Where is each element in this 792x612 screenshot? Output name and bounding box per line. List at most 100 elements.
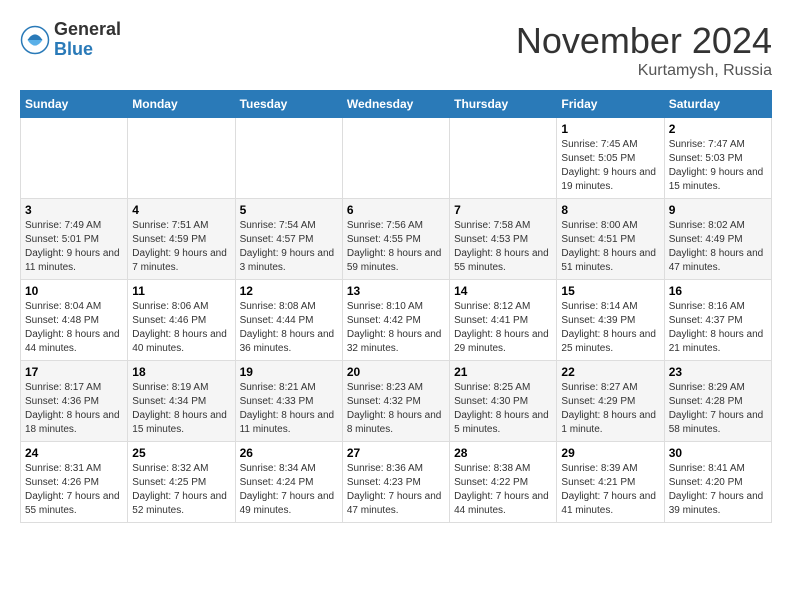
col-friday: Friday xyxy=(557,91,664,118)
table-row: 24 Sunrise: 8:31 AMSunset: 4:26 PMDayligh… xyxy=(21,442,128,523)
table-row: 10 Sunrise: 8:04 AMSunset: 4:48 PMDayligh… xyxy=(21,280,128,361)
day-info: Sunrise: 8:00 AMSunset: 4:51 PMDaylight:… xyxy=(561,219,659,275)
day-info: Sunrise: 8:02 AMSunset: 4:49 PMDaylight:… xyxy=(669,219,767,275)
day-info: Sunrise: 8:14 AMSunset: 4:39 PMDaylight:… xyxy=(561,300,659,356)
day-info: Sunrise: 7:58 AMSunset: 4:53 PMDaylight:… xyxy=(454,219,552,275)
day-number: 25 xyxy=(132,446,230,460)
logo-general: General xyxy=(54,20,121,40)
day-info: Sunrise: 7:49 AMSunset: 5:01 PMDaylight:… xyxy=(25,219,123,275)
day-number: 3 xyxy=(25,203,123,217)
col-thursday: Thursday xyxy=(450,91,557,118)
day-number: 12 xyxy=(240,284,338,298)
table-row: 26 Sunrise: 8:34 AMSunset: 4:24 PMDayligh… xyxy=(235,442,342,523)
table-row: 4 Sunrise: 7:51 AMSunset: 4:59 PMDaylight… xyxy=(128,199,235,280)
day-info: Sunrise: 7:56 AMSunset: 4:55 PMDaylight:… xyxy=(347,219,445,275)
day-number: 16 xyxy=(669,284,767,298)
table-row: 18Sunrise: 8:19 AMSunset: 4:34 PMDayligh… xyxy=(128,361,235,442)
day-number: 13 xyxy=(347,284,445,298)
day-info: Sunrise: 8:29 AMSunset: 4:28 PMDaylight:… xyxy=(669,381,767,437)
day-info: Sunrise: 8:34 AMSunset: 4:24 PMDaylight:… xyxy=(240,462,338,518)
day-number: 30 xyxy=(669,446,767,460)
day-number: 2 xyxy=(669,122,767,136)
day-number: 26 xyxy=(240,446,338,460)
table-row: 25 Sunrise: 8:32 AMSunset: 4:25 PMDayligh… xyxy=(128,442,235,523)
logo: General Blue xyxy=(20,20,121,60)
title-area: November 2024 Kurtamysh, Russia xyxy=(516,20,772,80)
week-row-4: 17 Sunrise: 8:17 AMSunset: 4:36 PMDayligh… xyxy=(21,361,772,442)
day-number: 20 xyxy=(347,365,445,379)
day-info: Sunrise: 8:27 AMSunset: 4:29 PMDaylight:… xyxy=(561,381,659,437)
table-row xyxy=(450,118,557,199)
week-row-5: 24 Sunrise: 8:31 AMSunset: 4:26 PMDayligh… xyxy=(21,442,772,523)
month-title: November 2024 xyxy=(516,20,772,62)
day-number: 10 xyxy=(25,284,123,298)
table-row: 13Sunrise: 8:10 AMSunset: 4:42 PMDayligh… xyxy=(342,280,449,361)
day-info: Sunrise: 7:45 AMSunset: 5:05 PMDaylight:… xyxy=(561,138,659,194)
day-info: Sunrise: 8:39 AMSunset: 4:21 PMDaylight:… xyxy=(561,462,659,518)
table-row: 8Sunrise: 8:00 AMSunset: 4:51 PMDaylight… xyxy=(557,199,664,280)
day-number: 28 xyxy=(454,446,552,460)
day-number: 24 xyxy=(25,446,123,460)
col-saturday: Saturday xyxy=(664,91,771,118)
table-row: 14 Sunrise: 8:12 AMSunset: 4:41 PMDayligh… xyxy=(450,280,557,361)
table-row: 7Sunrise: 7:58 AMSunset: 4:53 PMDaylight… xyxy=(450,199,557,280)
location-title: Kurtamysh, Russia xyxy=(516,62,772,80)
table-row xyxy=(342,118,449,199)
day-info: Sunrise: 7:51 AMSunset: 4:59 PMDaylight:… xyxy=(132,219,230,275)
day-info: Sunrise: 8:06 AMSunset: 4:46 PMDaylight:… xyxy=(132,300,230,356)
day-info: Sunrise: 8:41 AMSunset: 4:20 PMDaylight:… xyxy=(669,462,767,518)
header: General Blue November 2024 Kurtamysh, Ru… xyxy=(20,20,772,80)
table-row: 15 Sunrise: 8:14 AMSunset: 4:39 PMDayligh… xyxy=(557,280,664,361)
table-row xyxy=(128,118,235,199)
table-row: 17 Sunrise: 8:17 AMSunset: 4:36 PMDayligh… xyxy=(21,361,128,442)
table-row: 28Sunrise: 8:38 AMSunset: 4:22 PMDayligh… xyxy=(450,442,557,523)
day-info: Sunrise: 8:32 AMSunset: 4:25 PMDaylight:… xyxy=(132,462,230,518)
table-row: 29 Sunrise: 8:39 AMSunset: 4:21 PMDayligh… xyxy=(557,442,664,523)
day-info: Sunrise: 8:17 AMSunset: 4:36 PMDaylight:… xyxy=(25,381,123,437)
week-row-2: 3 Sunrise: 7:49 AMSunset: 5:01 PMDaylight… xyxy=(21,199,772,280)
table-row: 22 Sunrise: 8:27 AMSunset: 4:29 PMDayligh… xyxy=(557,361,664,442)
day-info: Sunrise: 8:23 AMSunset: 4:32 PMDaylight:… xyxy=(347,381,445,437)
logo-blue: Blue xyxy=(54,40,121,60)
table-row: 6Sunrise: 7:56 AMSunset: 4:55 PMDaylight… xyxy=(342,199,449,280)
col-wednesday: Wednesday xyxy=(342,91,449,118)
day-info: Sunrise: 8:31 AMSunset: 4:26 PMDaylight:… xyxy=(25,462,123,518)
day-number: 18 xyxy=(132,365,230,379)
day-number: 23 xyxy=(669,365,767,379)
table-row: 9 Sunrise: 8:02 AMSunset: 4:49 PMDaylight… xyxy=(664,199,771,280)
day-number: 22 xyxy=(561,365,659,379)
day-number: 15 xyxy=(561,284,659,298)
day-number: 4 xyxy=(132,203,230,217)
week-row-1: 1Sunrise: 7:45 AMSunset: 5:05 PMDaylight… xyxy=(21,118,772,199)
table-row: 30 Sunrise: 8:41 AMSunset: 4:20 PMDayligh… xyxy=(664,442,771,523)
table-row: 5Sunrise: 7:54 AMSunset: 4:57 PMDaylight… xyxy=(235,199,342,280)
day-info: Sunrise: 8:25 AMSunset: 4:30 PMDaylight:… xyxy=(454,381,552,437)
col-tuesday: Tuesday xyxy=(235,91,342,118)
table-row: 1Sunrise: 7:45 AMSunset: 5:05 PMDaylight… xyxy=(557,118,664,199)
day-info: Sunrise: 8:12 AMSunset: 4:41 PMDaylight:… xyxy=(454,300,552,356)
day-number: 14 xyxy=(454,284,552,298)
day-number: 29 xyxy=(561,446,659,460)
day-info: Sunrise: 8:16 AMSunset: 4:37 PMDaylight:… xyxy=(669,300,767,356)
table-row: 16 Sunrise: 8:16 AMSunset: 4:37 PMDayligh… xyxy=(664,280,771,361)
day-info: Sunrise: 8:21 AMSunset: 4:33 PMDaylight:… xyxy=(240,381,338,437)
day-info: Sunrise: 7:54 AMSunset: 4:57 PMDaylight:… xyxy=(240,219,338,275)
table-row: 20 Sunrise: 8:23 AMSunset: 4:32 PMDayligh… xyxy=(342,361,449,442)
day-number: 9 xyxy=(669,203,767,217)
day-info: Sunrise: 8:04 AMSunset: 4:48 PMDaylight:… xyxy=(25,300,123,356)
day-number: 21 xyxy=(454,365,552,379)
day-info: Sunrise: 8:36 AMSunset: 4:23 PMDaylight:… xyxy=(347,462,445,518)
day-number: 17 xyxy=(25,365,123,379)
logo-icon xyxy=(20,25,50,55)
header-row: Sunday Monday Tuesday Wednesday Thursday… xyxy=(21,91,772,118)
logo-text: General Blue xyxy=(54,20,121,60)
day-info: Sunrise: 8:08 AMSunset: 4:44 PMDaylight:… xyxy=(240,300,338,356)
table-row: 21 Sunrise: 8:25 AMSunset: 4:30 PMDayligh… xyxy=(450,361,557,442)
table-row xyxy=(235,118,342,199)
day-number: 11 xyxy=(132,284,230,298)
day-info: Sunrise: 7:47 AMSunset: 5:03 PMDaylight:… xyxy=(669,138,767,194)
table-row xyxy=(21,118,128,199)
table-row: 19 Sunrise: 8:21 AMSunset: 4:33 PMDayligh… xyxy=(235,361,342,442)
day-number: 19 xyxy=(240,365,338,379)
table-row: 11 Sunrise: 8:06 AMSunset: 4:46 PMDayligh… xyxy=(128,280,235,361)
